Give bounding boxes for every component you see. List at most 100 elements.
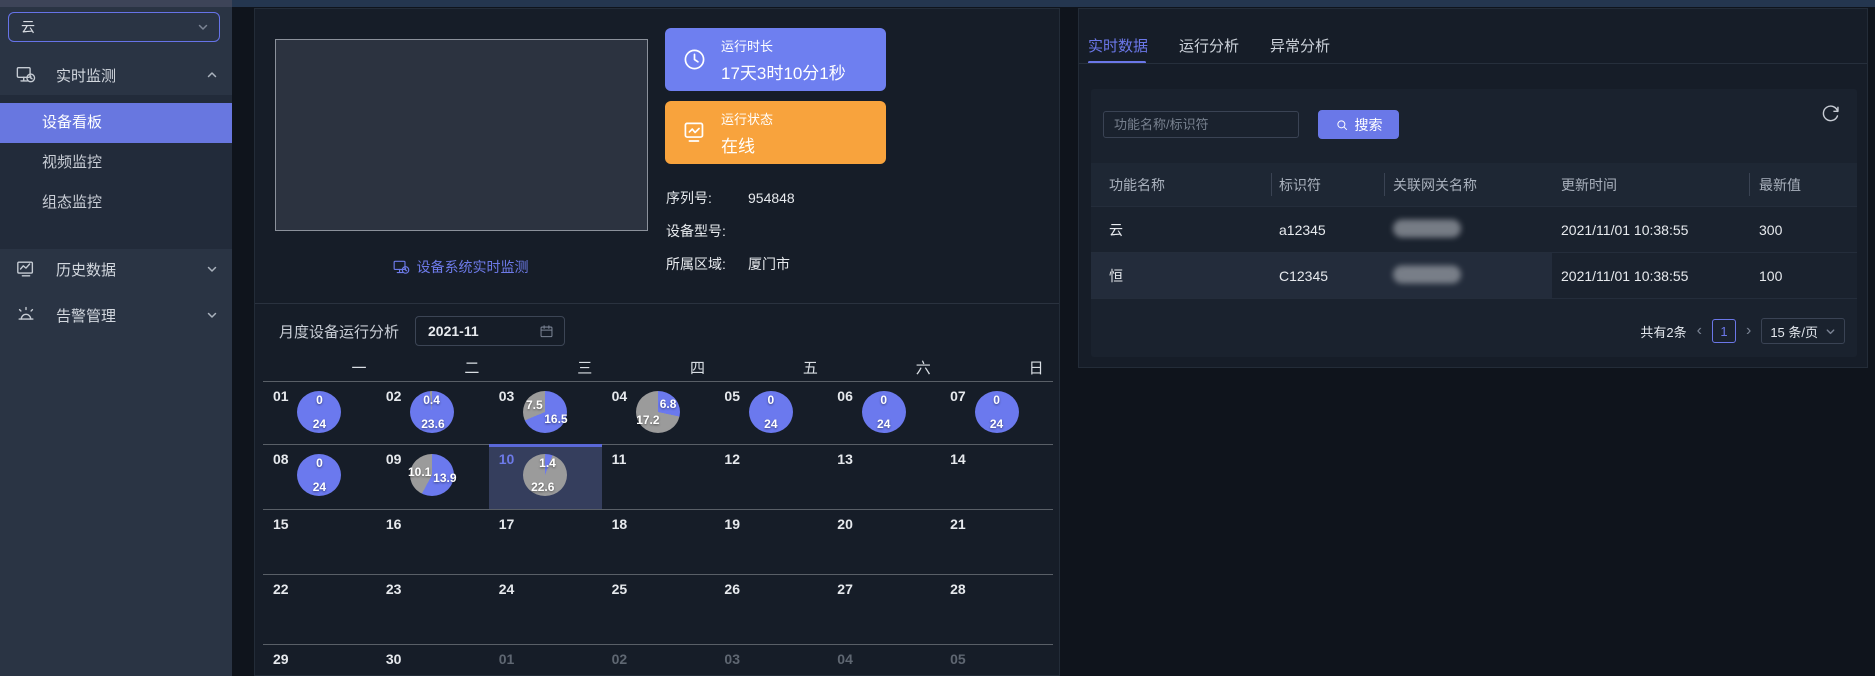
day-number: 04	[837, 651, 853, 667]
day-number: 28	[950, 581, 966, 597]
device-image-placeholder	[275, 39, 648, 231]
search-input[interactable]	[1103, 111, 1299, 138]
region-label: 所属区域:	[666, 254, 736, 274]
calendar-day-20[interactable]: 20	[827, 509, 940, 574]
calendar-day-24[interactable]: 24	[489, 574, 602, 644]
calendar-day-03-next-month[interactable]: 03	[714, 644, 827, 676]
day-number: 17	[499, 516, 515, 532]
calendar-day-02-next-month[interactable]: 02	[602, 644, 715, 676]
prev-page-icon[interactable]: ‹	[1697, 323, 1702, 339]
day-number: 01	[499, 651, 515, 667]
calendar-day-12[interactable]: 12	[714, 444, 827, 509]
calendar-day-15[interactable]: 15	[263, 509, 376, 574]
calendar-day-05-next-month[interactable]: 05	[940, 644, 1053, 676]
next-page-icon[interactable]: ›	[1746, 323, 1751, 339]
day-number: 18	[612, 516, 628, 532]
daily-runtime-pie: 0 24	[749, 391, 793, 433]
pie-value-label: 6.8	[660, 397, 677, 411]
daily-runtime-pie: 024	[862, 391, 906, 433]
serial-label: 序列号:	[666, 188, 736, 208]
calendar-day-14[interactable]: 14	[940, 444, 1053, 509]
calendar-grid: 01024020.423.6037.516.50417.26.805024060…	[263, 381, 1053, 676]
calendar-day-28[interactable]: 28	[940, 574, 1053, 644]
calendar-day-23[interactable]: 23	[376, 574, 489, 644]
calendar-day-02[interactable]: 020.423.6	[376, 381, 489, 444]
calendar-day-01-next-month[interactable]: 01	[489, 644, 602, 676]
weekday-label: 四	[602, 355, 715, 379]
sidebar-item-实时监测[interactable]: 实时监测	[0, 55, 232, 95]
sidebar-item-历史数据[interactable]: 历史数据	[0, 249, 232, 289]
search-button[interactable]: 搜索	[1318, 110, 1399, 139]
status-value: 在线	[721, 132, 773, 157]
sidebar-menu: 实时监测设备看板视频监控组态监控历史数据告警管理	[0, 55, 232, 335]
calendar-day-29[interactable]: 29	[263, 644, 376, 676]
day-number: 16	[386, 516, 402, 532]
realtime-monitor-icon	[16, 65, 36, 85]
sidebar-subitem-组态监控[interactable]: 组态监控	[0, 183, 232, 223]
tab-异常分析[interactable]: 异常分析	[1270, 35, 1330, 56]
calendar-day-05[interactable]: 05024	[714, 381, 827, 444]
calendar-day-22[interactable]: 22	[263, 574, 376, 644]
pie-value-label: 23.6	[421, 417, 444, 431]
calendar-day-19[interactable]: 19	[714, 509, 827, 574]
current-page[interactable]: 1	[1712, 319, 1736, 343]
device-system-monitor-link[interactable]: 设备系统实时监测	[275, 257, 646, 277]
calendar-day-07[interactable]: 07024	[940, 381, 1053, 444]
calendar-day-04-next-month[interactable]: 04	[827, 644, 940, 676]
day-number: 09	[386, 451, 402, 467]
cell-value: 2021/11/01 10:38:55	[1561, 268, 1688, 284]
runtime-label: 运行时长	[721, 36, 846, 55]
calendar-day-08[interactable]: 08024	[263, 444, 376, 509]
realtime-data-panel: 搜索 功能名称标识符关联网关名称更新时间最新值 云a123452021/11/0…	[1091, 89, 1857, 357]
pie-value-label: 24	[764, 417, 777, 431]
pie-value-label: 24	[313, 417, 326, 431]
tab-实时数据[interactable]: 实时数据	[1088, 35, 1148, 56]
refresh-icon[interactable]	[1820, 103, 1841, 124]
day-number: 22	[273, 581, 289, 597]
calendar-day-11[interactable]: 11	[602, 444, 715, 509]
calendar-day-26[interactable]: 26	[714, 574, 827, 644]
total-count: 共有2条	[1640, 322, 1686, 341]
calendar-day-25[interactable]: 25	[602, 574, 715, 644]
calendar-day-04[interactable]: 0417.26.8	[602, 381, 715, 444]
data-table: 功能名称标识符关联网关名称更新时间最新值 云a123452021/11/01 1…	[1091, 163, 1857, 299]
cell-value: 100	[1759, 268, 1782, 284]
day-number: 08	[273, 451, 289, 467]
pie-value-label: 24	[877, 417, 890, 431]
calendar-day-27[interactable]: 27	[827, 574, 940, 644]
top-strip-left	[0, 0, 232, 7]
pie-value-label: 1.4	[539, 456, 556, 470]
weekday-label: 一	[263, 355, 376, 379]
tabs-divider	[1079, 63, 1867, 64]
calendar-day-21[interactable]: 21	[940, 509, 1053, 574]
calendar-day-13[interactable]: 13	[827, 444, 940, 509]
gateway-name-redacted	[1393, 265, 1461, 286]
region-value: 厦门市	[748, 254, 790, 274]
calendar-day-01[interactable]: 01024	[263, 381, 376, 444]
calendar-day-09[interactable]: 0910.113.9	[376, 444, 489, 509]
sidebar-subitem-视频监控[interactable]: 视频监控	[0, 143, 232, 183]
day-number: 23	[386, 581, 402, 597]
page-size-select[interactable]: 15 条/页	[1761, 318, 1845, 344]
sidebar-subitem-设备看板[interactable]: 设备看板	[0, 103, 232, 143]
calendar-day-10[interactable]: 1022.61.4	[489, 444, 602, 509]
table-row[interactable]: 恒C123452021/11/01 10:38:55100	[1091, 253, 1857, 299]
day-number: 10	[499, 451, 515, 467]
calendar-day-03[interactable]: 037.516.5	[489, 381, 602, 444]
device-select[interactable]: 云	[8, 12, 220, 42]
calendar-day-30[interactable]: 30	[376, 644, 489, 676]
month-picker[interactable]: 2021-11	[415, 316, 565, 346]
pie-value-label: 0	[768, 393, 775, 407]
tab-运行分析[interactable]: 运行分析	[1179, 35, 1239, 56]
calendar-day-16[interactable]: 16	[376, 509, 489, 574]
cell-value: 云	[1109, 220, 1123, 240]
calendar-day-06[interactable]: 06024	[827, 381, 940, 444]
table-row[interactable]: 云a123452021/11/01 10:38:55300	[1091, 207, 1857, 253]
sidebar-item-label: 告警管理	[56, 305, 206, 326]
status-card: 运行状态 在线	[665, 101, 886, 164]
calendar-day-17[interactable]: 17	[489, 509, 602, 574]
chevron-down-icon	[197, 21, 209, 33]
daily-runtime-pie: 17.26.8	[636, 391, 680, 433]
calendar-day-18[interactable]: 18	[602, 509, 715, 574]
sidebar-item-告警管理[interactable]: 告警管理	[0, 295, 232, 335]
